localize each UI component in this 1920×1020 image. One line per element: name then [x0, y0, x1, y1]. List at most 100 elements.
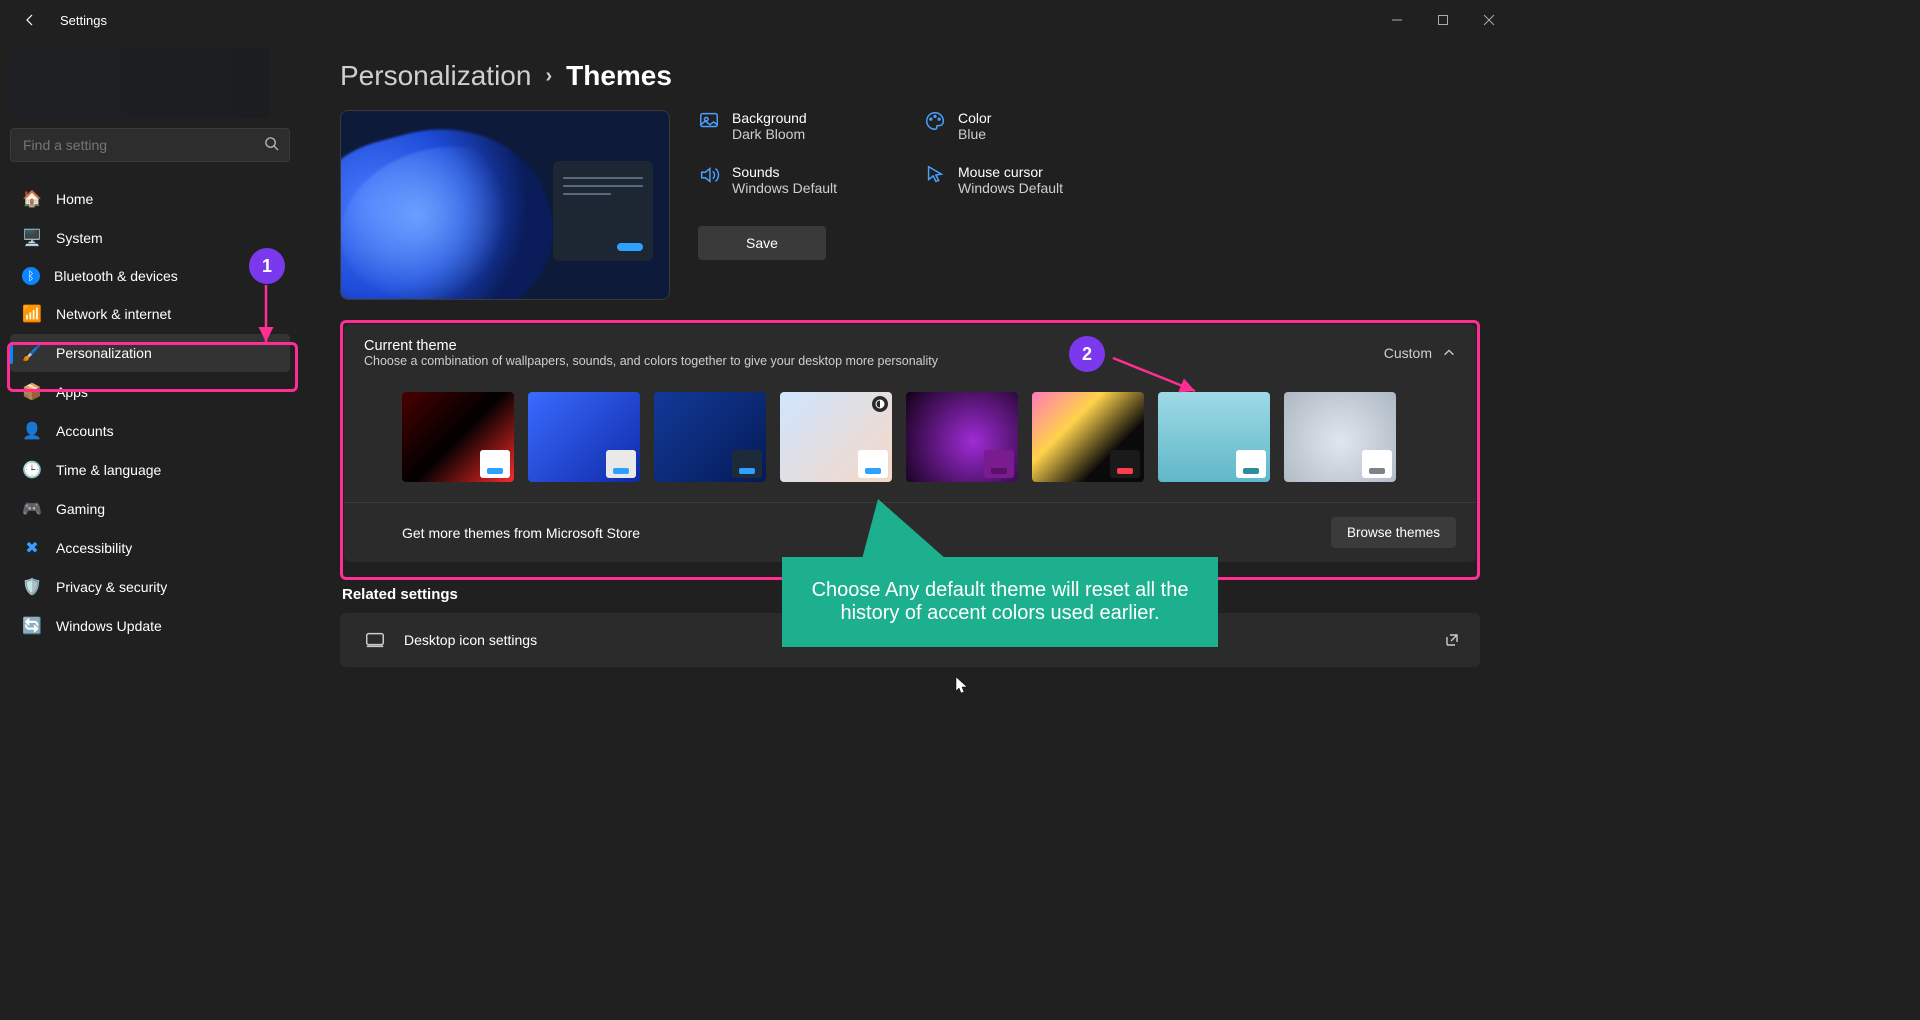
sound-icon — [698, 164, 720, 186]
contrast-badge-icon — [872, 396, 888, 412]
annotation-callout: Choose Any default theme will reset all … — [782, 557, 1218, 647]
close-icon — [1483, 14, 1495, 26]
chevron-up-icon — [1442, 346, 1456, 360]
nav-icon: 📶 — [22, 304, 42, 324]
sidebar-item-windows-update[interactable]: 🔄 Windows Update — [10, 607, 290, 645]
preview-window — [553, 161, 653, 261]
annotation-callout-tail — [862, 499, 946, 559]
search-input[interactable] — [21, 136, 264, 154]
nav-icon: ᛒ — [22, 267, 40, 285]
minimize-icon — [1391, 14, 1403, 26]
nav-label: Gaming — [56, 501, 105, 517]
window-title: Settings — [60, 13, 107, 28]
nav-icon: 🔄 — [22, 616, 42, 636]
annotation-marker-2: 2 — [1069, 336, 1105, 372]
sidebar-item-home[interactable]: 🏠 Home — [10, 180, 290, 218]
nav-label: Bluetooth & devices — [54, 268, 178, 284]
nav-label: Time & language — [56, 462, 161, 478]
theme-thumbnail[interactable] — [654, 392, 766, 482]
theme-thumbnail[interactable] — [1032, 392, 1144, 482]
maximize-icon — [1437, 14, 1449, 26]
sidebar-item-privacy-security[interactable]: 🛡️ Privacy & security — [10, 568, 290, 606]
theme-thumbnail[interactable] — [780, 392, 892, 482]
titlebar: Settings — [0, 0, 1520, 40]
meta-label: Color — [958, 110, 991, 126]
nav-icon: 🖥️ — [22, 228, 42, 248]
cursor-icon — [924, 164, 946, 186]
sidebar-item-gaming[interactable]: 🎮 Gaming — [10, 490, 290, 528]
sidebar-item-accessibility[interactable]: ✖ Accessibility — [10, 529, 290, 567]
setting-label: Desktop icon settings — [404, 632, 537, 648]
sidebar-item-accounts[interactable]: 👤 Accounts — [10, 412, 290, 450]
nav-label: Personalization — [56, 345, 152, 361]
save-button[interactable]: Save — [698, 226, 826, 260]
theme-thumbnail[interactable] — [906, 392, 1018, 482]
breadcrumb: Personalization › Themes — [340, 60, 1480, 92]
meta-value: Dark Bloom — [732, 126, 807, 142]
arrow-left-icon — [22, 12, 38, 28]
back-button[interactable] — [16, 6, 44, 34]
theme-status: Custom — [1384, 345, 1432, 361]
close-button[interactable] — [1466, 4, 1512, 36]
nav-icon: 🕒 — [22, 460, 42, 480]
meta-cursor[interactable]: Mouse cursor Windows Default — [924, 164, 1134, 196]
nav-icon: 📦 — [22, 382, 42, 402]
breadcrumb-current: Themes — [566, 60, 672, 92]
account-card[interactable] — [10, 48, 270, 118]
meta-label: Background — [732, 110, 807, 126]
meta-color[interactable]: Color Blue — [924, 110, 1134, 142]
theme-thumbnail[interactable] — [402, 392, 514, 482]
theme-preview — [340, 110, 670, 300]
nav-list: 🏠 Home 🖥️ System ᛒ Bluetooth & devices 📶 Networ… — [10, 180, 290, 645]
nav-icon: 🎮 — [22, 499, 42, 519]
nav-icon: 👤 — [22, 421, 42, 441]
sidebar-item-apps[interactable]: 📦 Apps — [10, 373, 290, 411]
nav-label: Windows Update — [56, 618, 162, 634]
search-box[interactable] — [10, 128, 290, 162]
nav-label: Privacy & security — [56, 579, 167, 595]
nav-label: Accounts — [56, 423, 114, 439]
panel-header[interactable]: Current theme Choose a combination of wa… — [344, 324, 1476, 376]
chevron-right-icon: › — [545, 65, 552, 88]
nav-icon: 🏠 — [22, 189, 42, 209]
meta-value: Windows Default — [732, 180, 837, 196]
search-icon — [264, 136, 279, 154]
nav-icon: 🛡️ — [22, 577, 42, 597]
nav-label: Network & internet — [56, 306, 171, 322]
theme-thumbnail[interactable] — [1158, 392, 1270, 482]
nav-label: System — [56, 230, 103, 246]
maximize-button[interactable] — [1420, 4, 1466, 36]
nav-label: Home — [56, 191, 93, 207]
breadcrumb-parent[interactable]: Personalization — [340, 60, 531, 92]
meta-value: Windows Default — [958, 180, 1063, 196]
sidebar: 🏠 Home 🖥️ System ᛒ Bluetooth & devices 📶 Networ… — [0, 40, 300, 1020]
mouse-cursor-indicator — [955, 676, 969, 694]
theme-grid — [344, 376, 1476, 502]
panel-title: Current theme — [364, 338, 938, 354]
desktop-icon — [364, 629, 386, 651]
nav-icon: 🖌️ — [22, 343, 42, 363]
browse-themes-button[interactable]: Browse themes — [1331, 517, 1456, 548]
nav-icon: ✖ — [22, 538, 42, 558]
sidebar-item-time-language[interactable]: 🕒 Time & language — [10, 451, 290, 489]
palette-icon — [924, 110, 946, 132]
panel-desc: Choose a combination of wallpapers, soun… — [364, 354, 938, 368]
image-icon — [698, 110, 720, 132]
sidebar-item-system[interactable]: 🖥️ System — [10, 219, 290, 257]
store-text: Get more themes from Microsoft Store — [402, 525, 640, 541]
sidebar-item-network-internet[interactable]: 📶 Network & internet — [10, 295, 290, 333]
theme-thumbnail[interactable] — [528, 392, 640, 482]
meta-background[interactable]: Background Dark Bloom — [698, 110, 908, 142]
theme-thumbnail[interactable] — [1284, 392, 1396, 482]
meta-label: Mouse cursor — [958, 164, 1063, 180]
meta-sounds[interactable]: Sounds Windows Default — [698, 164, 908, 196]
meta-value: Blue — [958, 126, 991, 142]
sidebar-item-personalization[interactable]: 🖌️ Personalization — [10, 334, 290, 372]
nav-label: Accessibility — [56, 540, 132, 556]
sidebar-item-bluetooth-devices[interactable]: ᛒ Bluetooth & devices — [10, 258, 290, 294]
meta-label: Sounds — [732, 164, 837, 180]
nav-label: Apps — [56, 384, 88, 400]
annotation-marker-1: 1 — [249, 248, 285, 284]
open-external-icon — [1444, 632, 1460, 648]
minimize-button[interactable] — [1374, 4, 1420, 36]
